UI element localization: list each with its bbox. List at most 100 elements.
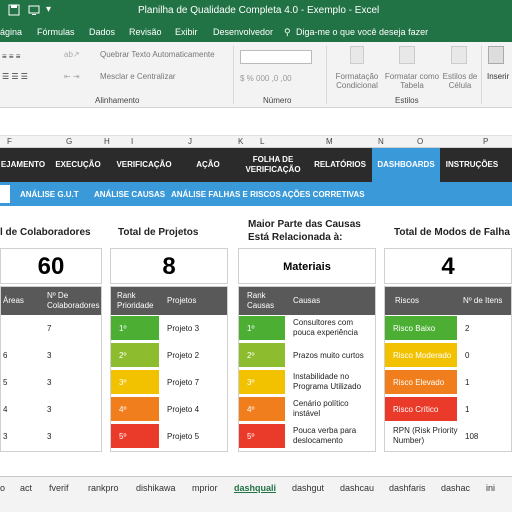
table-cell: 2	[465, 324, 470, 333]
column-header[interactable]: G	[66, 137, 72, 146]
table-cell: 1	[465, 378, 470, 387]
header-projetos: Projetos	[167, 296, 197, 305]
sheet-tab[interactable]: ini	[486, 483, 495, 493]
header-rank: Rank Prioridade	[117, 291, 154, 310]
merge-center-button[interactable]: Mesclar e Centralizar	[100, 72, 176, 81]
table-cell: 3	[3, 432, 8, 441]
align-icons[interactable]: ≡ ≡ ≡	[2, 52, 20, 61]
sheet-tabs: o act fverif rankpro dishikawa mprior da…	[0, 476, 512, 512]
styles-group-label: Estilos	[395, 96, 419, 105]
header-itens: Nº de Itens	[463, 296, 503, 305]
qat-dropdown-icon[interactable]: ▾	[46, 4, 51, 15]
alignment-group-label: Alinhamento	[95, 96, 140, 105]
rank-badge: 2º	[239, 343, 285, 367]
sheet-tab[interactable]: dashgut	[292, 483, 324, 493]
cell-styles-button[interactable]: Estilos de Célula	[440, 72, 480, 90]
sheet-tab[interactable]: dashac	[441, 483, 470, 493]
column-header[interactable]: M	[326, 137, 333, 146]
orientation-icon[interactable]: ab↗	[64, 50, 80, 59]
sheet-tab[interactable]: act	[20, 483, 32, 493]
subnav-analise-falhas[interactable]: ANÁLISE FALHAS E RISCOS	[171, 190, 281, 199]
column-header[interactable]: L	[260, 137, 264, 146]
tab-developer[interactable]: Desenvolvedor	[213, 27, 273, 37]
nav-dashboards[interactable]: DASHBOARDS	[372, 148, 440, 182]
projetos-total: 8	[110, 248, 228, 284]
sub-nav: ANÁLISE G.U.T ANÁLISE CAUSAS ANÁLISE FAL…	[0, 182, 512, 206]
nav-planejamento[interactable]: EJAMENTO	[0, 148, 46, 182]
table-cell: 3	[47, 405, 52, 414]
table-cell: Instabilidade no Programa Utilizado	[293, 372, 362, 391]
rank-badge: 1º	[239, 316, 285, 340]
header-riscos: Riscos	[395, 296, 420, 305]
nav-execucao[interactable]: EXECUÇÃO	[50, 148, 106, 182]
nav-verificacao[interactable]: VERIFICAÇÃO	[110, 148, 178, 182]
table-header: Rank Prioridade Projetos	[111, 287, 227, 315]
rank-badge: 2º	[111, 343, 159, 367]
table-cell: Projeto 4	[167, 405, 200, 414]
header-colaboradores: Nº De Colaboradores	[47, 291, 100, 310]
subnav-analise-causas[interactable]: ANÁLISE CAUSAS	[94, 190, 165, 199]
subnav-acoes-corretivas[interactable]: AÇÕES CORRETIVAS	[282, 190, 365, 199]
colaboradores-title: l de Colaboradores	[0, 227, 91, 238]
tab-view[interactable]: Exibir	[175, 27, 198, 37]
rank-badge: 5º	[111, 424, 159, 448]
column-header[interactable]: N	[378, 137, 384, 146]
table-cell: 1	[465, 405, 470, 414]
rank-badge: 3º	[239, 370, 285, 394]
screen-icon[interactable]	[28, 4, 40, 16]
column-header[interactable]: I	[131, 137, 133, 146]
insert-button[interactable]: Inserir	[487, 72, 509, 81]
nav-acao[interactable]: AÇÃO	[186, 148, 230, 182]
nav-folha-verificacao[interactable]: FOLHA DE VERIFICAÇÃO	[244, 148, 302, 182]
tell-me-search[interactable]: Diga-me o que você deseja fazer	[296, 27, 428, 37]
column-header[interactable]: F	[7, 137, 12, 146]
conditional-formatting-button[interactable]: Formatação Condicional	[332, 72, 382, 90]
table-cell: Cenário político instável	[293, 399, 349, 418]
align-lines-icons[interactable]: ☰ ☰ ☰	[2, 72, 28, 81]
nav-instrucoes[interactable]: INSTRUÇÕES	[442, 148, 502, 182]
sheet-tab[interactable]: o	[0, 483, 5, 493]
causas-title: Maior Parte das Causas Está Relacionada …	[248, 219, 361, 243]
table-cell: Projeto 5	[167, 432, 200, 441]
wrap-text-button[interactable]: Quebrar Texto Automaticamente	[100, 50, 215, 59]
table-cell: Prazos muito curtos	[293, 351, 364, 360]
sheet-tab[interactable]: dishikawa	[136, 483, 176, 493]
table-header: Riscos Nº de Itens	[385, 287, 511, 315]
nav-relatorios[interactable]: RELATÓRIOS	[308, 148, 372, 182]
table-cell: Projeto 7	[167, 378, 200, 387]
save-icon[interactable]	[8, 4, 20, 16]
rank-badge: 4º	[239, 397, 285, 421]
header-areas: Áreas	[3, 296, 24, 305]
tab-page-layout[interactable]: ágina	[0, 27, 22, 37]
sheet-tab-active[interactable]: dashquali	[234, 483, 276, 493]
sheet-tab[interactable]: dashfaris	[389, 483, 426, 493]
table-cell: Pouca verba para deslocamento	[293, 426, 357, 445]
cell-styles-icon	[451, 46, 467, 64]
header-rank-causas: Rank Causas	[247, 291, 275, 310]
table-cell: Projeto 2	[167, 351, 200, 360]
column-header[interactable]: P	[483, 137, 488, 146]
column-header[interactable]: K	[238, 137, 243, 146]
sheet-tab[interactable]: dashcau	[340, 483, 374, 493]
falhas-table: Riscos Nº de Itens Risco Baixo 2 Risco M…	[384, 286, 512, 452]
subnav-analise-gut[interactable]: ANÁLISE G.U.T	[20, 190, 79, 199]
number-format-icons[interactable]: $ % 000 ,0 ,00	[240, 74, 292, 83]
rank-badge: 4º	[111, 397, 159, 421]
projetos-title: Total de Projetos	[118, 227, 199, 238]
format-as-table-button[interactable]: Formatar como Tabela	[384, 72, 440, 90]
colaboradores-total: 60	[0, 248, 102, 284]
column-header[interactable]: O	[417, 137, 423, 146]
sheet-tab[interactable]: rankpro	[88, 483, 119, 493]
lightbulb-icon: ⚲	[284, 27, 291, 37]
table-cell: 5	[3, 378, 8, 387]
tab-review[interactable]: Revisão	[129, 27, 162, 37]
tab-data[interactable]: Dados	[89, 27, 115, 37]
number-format-dropdown[interactable]	[240, 50, 312, 64]
tab-formulas[interactable]: Fórmulas	[37, 27, 75, 37]
sheet-tab[interactable]: fverif	[49, 483, 69, 493]
sheet-tab[interactable]: mprior	[192, 483, 218, 493]
column-header[interactable]: J	[188, 137, 192, 146]
active-subnav-marker	[0, 185, 10, 203]
column-header[interactable]: H	[104, 137, 110, 146]
indent-icons[interactable]: ⇤ ⇥	[64, 72, 80, 81]
